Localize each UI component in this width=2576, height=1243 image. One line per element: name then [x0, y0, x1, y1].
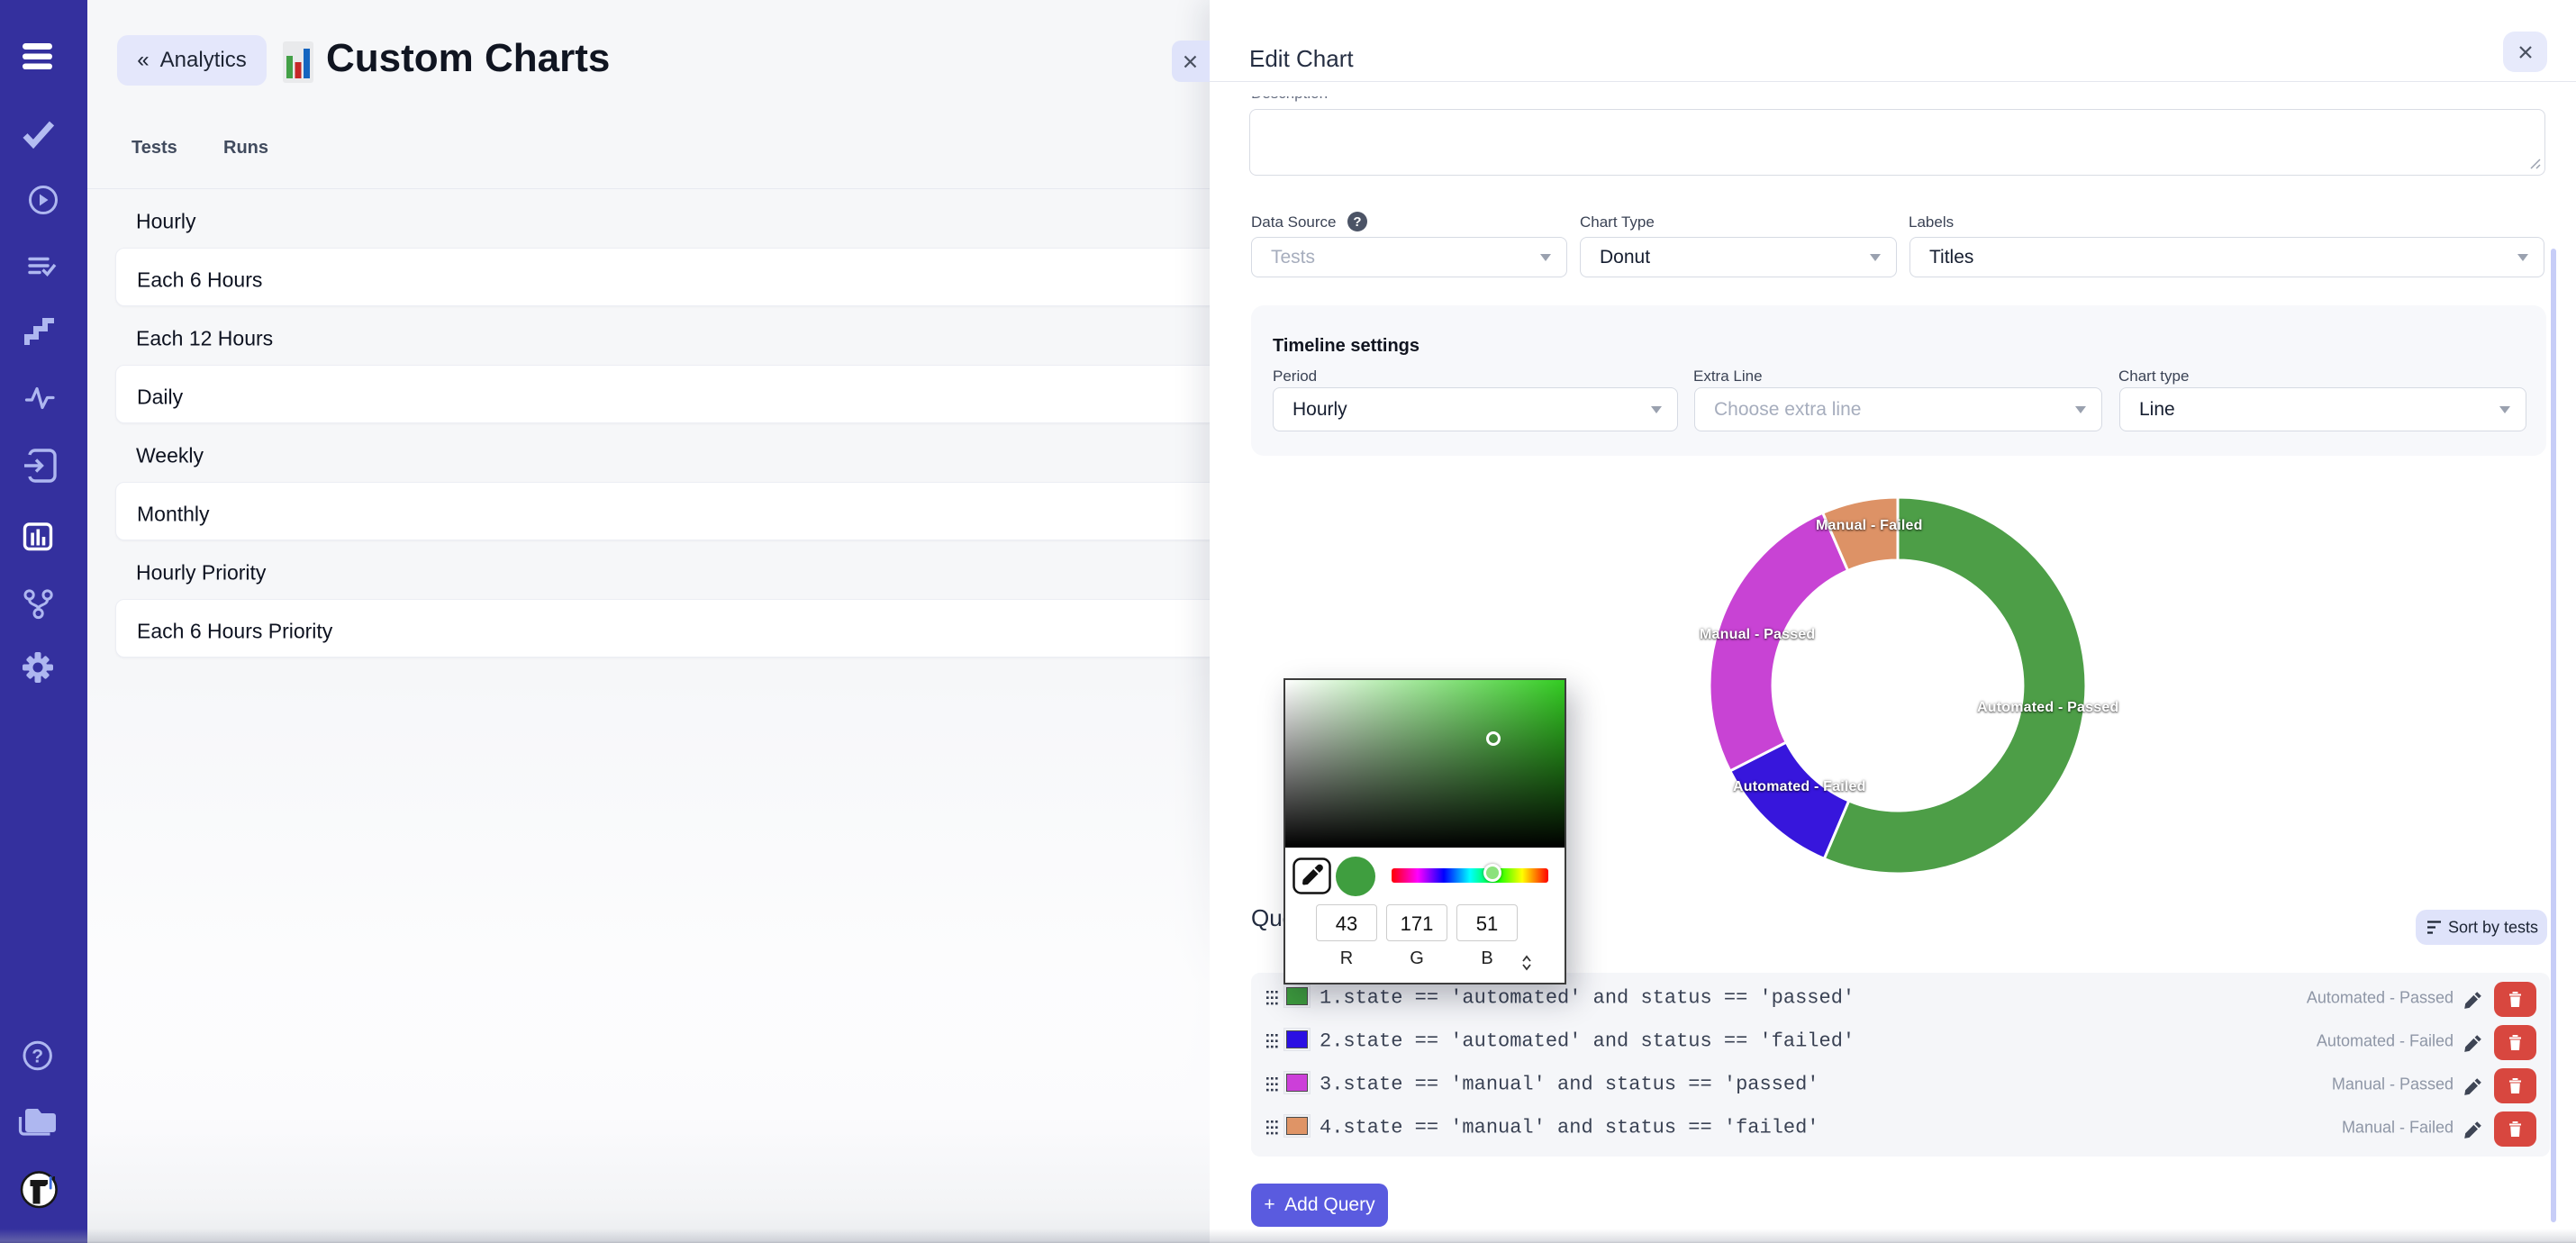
svg-text:?: ?: [32, 1047, 43, 1067]
svg-text:?: ?: [1353, 214, 1361, 230]
